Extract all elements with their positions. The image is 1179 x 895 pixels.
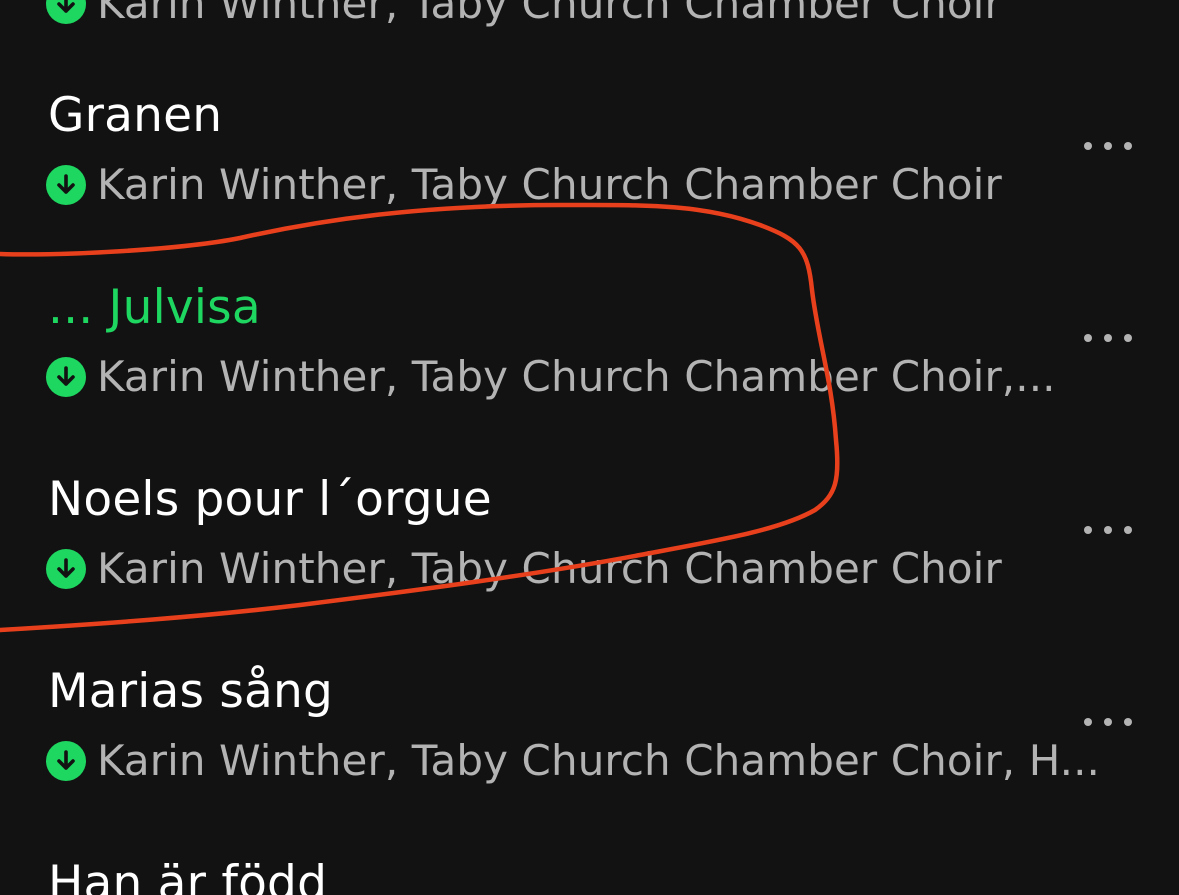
download-arrow-icon [46,165,86,205]
track-artists: Karin Winther, Taby Church Chamber Choir… [97,352,1056,401]
track-artists: Karin Winther, Taby Church Chamber Choir [97,0,1002,28]
track-title: Marias sång [48,664,334,719]
track-artists: Karin Winther, Taby Church Chamber Choir [97,160,1002,209]
more-options-icon[interactable] [1078,326,1138,350]
download-arrow-icon [46,0,86,24]
track-row[interactable]: ... Julvisa Karin Winther, Taby Church C… [0,278,1179,470]
track-row[interactable]: Noels pour l´orgue Karin Winther, Taby C… [0,470,1179,662]
track-subtitle: Karin Winther, Taby Church Chamber Choir [46,0,1002,26]
track-title: ... Julvisa [48,280,261,335]
track-row[interactable]: Han är född [0,854,1179,895]
track-title: Noels pour l´orgue [48,472,492,527]
track-artists: Karin Winther, Taby Church Chamber Choir [97,544,1002,593]
track-row[interactable]: Karin Winther, Taby Church Chamber Choir [0,0,1179,44]
track-artists: Karin Winther, Taby Church Chamber Choir… [97,736,1101,785]
download-arrow-icon [46,357,86,397]
track-subtitle: Karin Winther, Taby Church Chamber Choir… [46,355,1056,399]
track-subtitle: Karin Winther, Taby Church Chamber Choir [46,163,1002,207]
more-options-icon[interactable] [1078,134,1138,158]
more-options-icon[interactable] [1078,710,1138,734]
track-subtitle: Karin Winther, Taby Church Chamber Choir [46,547,1002,591]
download-arrow-icon [46,741,86,781]
more-options-icon[interactable] [1078,518,1138,542]
track-subtitle: Karin Winther, Taby Church Chamber Choir… [46,739,1100,783]
download-arrow-icon [46,549,86,589]
track-list: Karin Winther, Taby Church Chamber Choir… [0,0,1179,895]
track-row[interactable]: Marias sång Karin Winther, Taby Church C… [0,662,1179,854]
track-row[interactable]: Granen Karin Winther, Taby Church Chambe… [0,86,1179,278]
track-title: Han är född [48,856,328,895]
track-title: Granen [48,88,223,143]
